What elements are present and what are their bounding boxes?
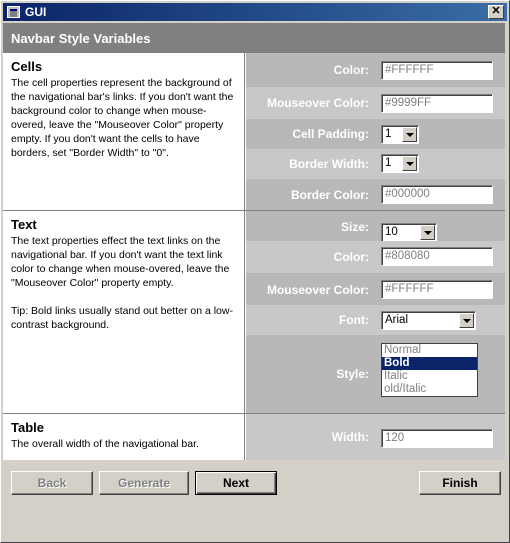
content-panel: Cells The cell properties represent the … [3, 53, 505, 460]
text-font-select[interactable]: Arial [381, 311, 476, 330]
chevron-down-icon[interactable] [420, 225, 435, 240]
style-option-normal[interactable]: Normal [382, 344, 477, 357]
cells-color-row: Color: #FFFFFF [246, 53, 505, 87]
main-window: GUI ✕ Navbar Style Variables Cells The c… [0, 0, 510, 543]
style-option-italic[interactable]: Italic [382, 370, 477, 383]
finish-button[interactable]: Finish [419, 471, 501, 495]
cells-border-color-row: Border Color: #000000 [246, 179, 505, 210]
text-color-row: Color: #808080 [246, 241, 505, 273]
next-button[interactable]: Next [195, 471, 277, 495]
cells-properties: Color: #FFFFFF Mouseover Color: #9999FF … [246, 53, 505, 210]
text-mouseover-input[interactable]: #FFFFFF [381, 280, 493, 299]
cells-padding-select[interactable]: 1 [381, 125, 419, 144]
cells-description: The cell properties represent the backgr… [11, 77, 234, 159]
text-heading: Text [11, 217, 37, 232]
text-font-label: Font: [339, 313, 369, 327]
cells-section: Cells The cell properties represent the … [3, 53, 505, 211]
cells-color-label: Color: [333, 63, 369, 77]
cells-padding-label: Cell Padding: [292, 127, 369, 141]
table-properties: Width: 120 [246, 414, 505, 460]
cells-border-width-label: Border Width: [289, 157, 369, 171]
text-size-label: Size: [340, 220, 369, 234]
table-width-row: Width: 120 [246, 414, 505, 460]
title-bar[interactable]: GUI ✕ [3, 3, 507, 21]
window-title: GUI [25, 5, 47, 19]
text-section: Text The text properties effect the text… [3, 211, 505, 414]
table-section: Table The overall width of the navigatio… [3, 414, 505, 460]
generate-button[interactable]: Generate [99, 471, 189, 495]
cells-padding-value: 1 [385, 128, 392, 140]
text-style-row: Style: Normal Bold Italic old/Italic [246, 335, 505, 413]
table-width-input[interactable]: 120 [381, 429, 493, 448]
cells-mouseover-label: Mouseover Color: [266, 96, 369, 110]
text-font-row: Font: Arial [246, 305, 505, 335]
text-style-listbox[interactable]: Normal Bold Italic old/Italic [381, 343, 478, 397]
text-font-value: Arial [385, 314, 409, 326]
cells-color-input[interactable]: #FFFFFF [381, 61, 493, 80]
page-header: Navbar Style Variables [3, 23, 505, 53]
cells-border-width-row: Border Width: 1 [246, 149, 505, 179]
text-color-input[interactable]: #808080 [381, 247, 493, 266]
text-color-label: Color: [333, 250, 369, 264]
text-tip: Tip: Bold links usually stand out better… [11, 305, 233, 331]
back-button[interactable]: Back [11, 471, 93, 495]
text-style-label: Style: [336, 367, 369, 381]
text-size-value: 10 [385, 226, 398, 238]
style-option-bold-italic[interactable]: old/Italic [382, 383, 477, 396]
table-heading: Table [11, 420, 44, 435]
cells-border-width-value: 1 [385, 157, 392, 169]
cells-padding-row: Cell Padding: 1 [246, 119, 505, 149]
cells-mouseover-row: Mouseover Color: #9999FF [246, 87, 505, 119]
text-mouseover-label: Mouseover Color: [266, 283, 369, 297]
text-description: The text properties effect the text link… [11, 235, 230, 289]
text-mouseover-row: Mouseover Color: #FFFFFF [246, 273, 505, 305]
cells-mouseover-input[interactable]: #9999FF [381, 94, 493, 113]
table-width-label: Width: [331, 430, 369, 444]
close-button[interactable]: ✕ [488, 5, 504, 19]
text-properties: Size: 10 Color: #808080 Mouseover Color:… [246, 211, 505, 413]
chevron-down-icon[interactable] [402, 156, 417, 171]
table-description: The overall width of the navigational ba… [11, 438, 199, 450]
cells-border-color-label: Border Color: [291, 188, 369, 202]
app-window-icon [7, 6, 20, 18]
table-description-panel: Table The overall width of the navigatio… [3, 414, 245, 460]
chevron-down-icon[interactable] [459, 313, 474, 328]
chevron-down-icon[interactable] [402, 127, 417, 142]
style-option-bold[interactable]: Bold [382, 357, 477, 370]
text-size-row: Size: 10 [246, 211, 505, 242]
cells-border-width-select[interactable]: 1 [381, 154, 419, 173]
text-description-panel: Text The text properties effect the text… [3, 211, 245, 413]
cells-description-panel: Cells The cell properties represent the … [3, 53, 245, 210]
cells-border-color-input[interactable]: #000000 [381, 185, 493, 204]
cells-heading: Cells [11, 59, 43, 74]
text-size-select[interactable]: 10 [381, 223, 437, 242]
